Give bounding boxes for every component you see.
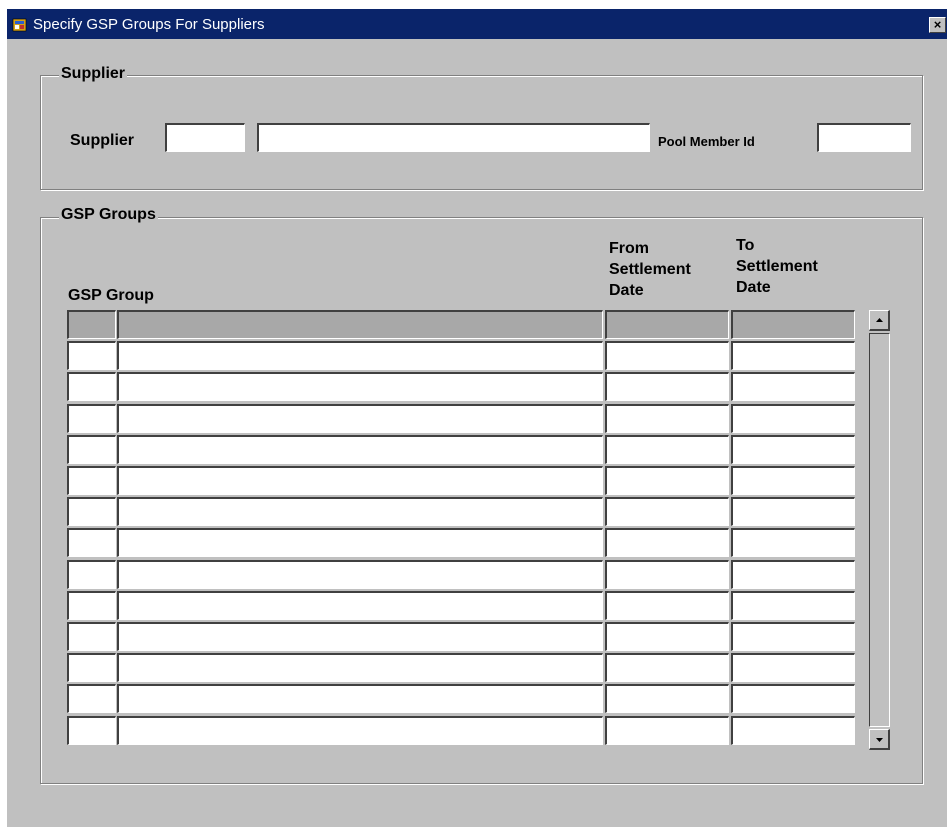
window-title: Specify GSP Groups For Suppliers: [33, 16, 265, 33]
supplier-groupbox-label: Supplier: [59, 65, 128, 83]
record-indicator-cell[interactable]: [67, 497, 116, 526]
record-indicator-cell[interactable]: [67, 466, 116, 495]
from-settlement-date-cell[interactable]: [605, 653, 729, 682]
from-settlement-date-cell[interactable]: [605, 560, 729, 589]
scroll-up-arrow-icon: [876, 318, 883, 322]
record-indicator-cell[interactable]: [67, 560, 116, 589]
to-header-line1: To: [736, 237, 755, 254]
from-settlement-date-cell[interactable]: [605, 716, 729, 745]
vertical-scrollbar[interactable]: [869, 310, 890, 750]
to-settlement-date-cell[interactable]: [731, 372, 855, 401]
gsp-group-cell[interactable]: [117, 310, 603, 339]
from-header-line1: From: [609, 240, 649, 257]
from-settlement-date-cell[interactable]: [605, 404, 729, 433]
gsp-group-cell[interactable]: [117, 372, 603, 401]
window-app-icon: [12, 18, 27, 32]
supplier-label: Supplier: [70, 132, 135, 149]
to-settlement-date-cell[interactable]: [731, 560, 855, 589]
supplier-code-field[interactable]: [165, 123, 245, 152]
gsp-group-cell[interactable]: [117, 684, 603, 713]
scrollbar-track[interactable]: [869, 333, 890, 727]
title-bar[interactable]: Specify GSP Groups For Suppliers ×: [7, 9, 947, 39]
gsp-group-cell[interactable]: [117, 528, 603, 557]
to-header-line2: Settlement: [736, 258, 818, 275]
gsp-group-cell[interactable]: [117, 435, 603, 464]
to-settlement-date-cell[interactable]: [731, 435, 855, 464]
record-indicator-cell[interactable]: [67, 653, 116, 682]
form-window: Specify GSP Groups For Suppliers × Suppl…: [6, 8, 947, 827]
supplier-name-field[interactable]: [257, 123, 650, 152]
record-indicator-cell[interactable]: [67, 310, 116, 339]
to-settlement-date-cell[interactable]: [731, 684, 855, 713]
gsp-group-cell[interactable]: [117, 622, 603, 651]
scroll-down-arrow-icon: [876, 738, 883, 742]
close-button[interactable]: ×: [929, 17, 946, 33]
gsp-group-cell[interactable]: [117, 653, 603, 682]
to-settlement-date-cell[interactable]: [731, 716, 855, 745]
from-header-line3: Date: [609, 282, 644, 299]
from-settlement-date-cell[interactable]: [605, 435, 729, 464]
from-header-line2: Settlement: [609, 261, 691, 278]
gsp-group-cell[interactable]: [117, 404, 603, 433]
close-icon: ×: [933, 17, 942, 32]
to-settlement-date-cell[interactable]: [731, 466, 855, 495]
record-indicator-cell[interactable]: [67, 435, 116, 464]
from-settlement-date-cell[interactable]: [605, 528, 729, 557]
to-settlement-date-cell[interactable]: [731, 528, 855, 557]
from-settlement-date-cell[interactable]: [605, 622, 729, 651]
pool-member-id-field[interactable]: [817, 123, 911, 152]
pool-member-id-label: Pool Member Id: [658, 134, 755, 149]
to-settlement-date-cell[interactable]: [731, 341, 855, 370]
record-indicator-cell[interactable]: [67, 716, 116, 745]
column-header-from-settlement-date: From Settlement Date: [609, 238, 691, 301]
scroll-up-button[interactable]: [869, 310, 890, 331]
from-settlement-date-cell[interactable]: [605, 591, 729, 620]
gsp-group-cell[interactable]: [117, 497, 603, 526]
from-settlement-date-cell[interactable]: [605, 341, 729, 370]
gsp-group-cell[interactable]: [117, 591, 603, 620]
scroll-down-button[interactable]: [869, 729, 890, 750]
record-indicator-cell[interactable]: [67, 591, 116, 620]
from-settlement-date-cell[interactable]: [605, 466, 729, 495]
gsp-group-cell[interactable]: [117, 560, 603, 589]
to-settlement-date-cell[interactable]: [731, 404, 855, 433]
gsp-group-cell[interactable]: [117, 716, 603, 745]
from-settlement-date-cell[interactable]: [605, 684, 729, 713]
gsp-group-cell[interactable]: [117, 466, 603, 495]
from-settlement-date-cell[interactable]: [605, 310, 729, 339]
column-header-to-settlement-date: To Settlement Date: [736, 235, 818, 298]
record-indicator-cell[interactable]: [67, 404, 116, 433]
to-settlement-date-cell[interactable]: [731, 497, 855, 526]
record-indicator-cell[interactable]: [67, 341, 116, 370]
record-indicator-cell[interactable]: [67, 528, 116, 557]
column-header-gsp-group: GSP Group: [68, 287, 154, 304]
to-settlement-date-cell[interactable]: [731, 591, 855, 620]
to-header-line3: Date: [736, 279, 771, 296]
from-settlement-date-cell[interactable]: [605, 497, 729, 526]
to-settlement-date-cell[interactable]: [731, 310, 855, 339]
record-indicator-cell[interactable]: [67, 684, 116, 713]
to-settlement-date-cell[interactable]: [731, 653, 855, 682]
from-settlement-date-cell[interactable]: [605, 372, 729, 401]
gsp-groups-groupbox-label: GSP Groups: [59, 206, 158, 224]
record-indicator-cell[interactable]: [67, 372, 116, 401]
to-settlement-date-cell[interactable]: [731, 622, 855, 651]
gsp-group-cell[interactable]: [117, 341, 603, 370]
record-indicator-cell[interactable]: [67, 622, 116, 651]
